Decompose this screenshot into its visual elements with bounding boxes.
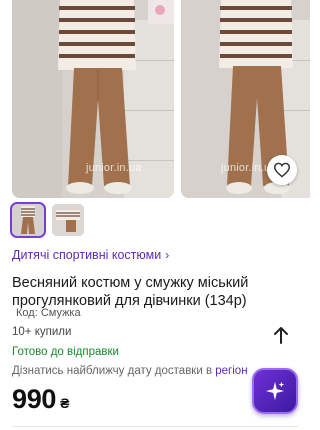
delivery-info: Дізнатись найближчу дату доставки в регі…: [12, 365, 248, 377]
thumbnail-strip: [10, 202, 84, 238]
delivery-text: Дізнатись найближчу дату доставки в: [12, 365, 216, 377]
region-link[interactable]: регіон: [215, 365, 247, 377]
sparkle-icon: [265, 381, 285, 401]
product-code: Код: Смужка: [16, 307, 81, 319]
arrow-up-icon: [274, 327, 288, 344]
category-label: Дитячі спортивні костюми: [12, 248, 162, 262]
thumbnail-1[interactable]: [10, 202, 46, 238]
product-photo-1[interactable]: junior.in.ua: [12, 0, 174, 198]
ai-assistant-button[interactable]: [252, 368, 298, 414]
heart-icon: [273, 162, 291, 178]
product-thumbnail-icon: [12, 204, 44, 236]
share-button[interactable]: [266, 320, 296, 350]
chevron-right-icon: ›: [165, 248, 170, 262]
product-thumbnail-icon: [52, 204, 84, 236]
ready-status: Готово до відправки: [12, 346, 119, 358]
divider: [12, 426, 298, 427]
category-link[interactable]: Дитячі спортивні костюми ›: [12, 248, 169, 262]
product-title: Весняний костюм у смужку міський прогуля…: [12, 275, 249, 309]
purchase-count: 10+ купили: [12, 326, 72, 338]
watermark: junior.in.ua: [86, 162, 142, 174]
price: 990 ₴: [12, 384, 70, 415]
product-gallery[interactable]: junior.in.ua junior.in.ua: [0, 0, 310, 200]
favorite-button[interactable]: [267, 155, 297, 185]
price-value: 990: [12, 384, 57, 414]
thumbnail-2[interactable]: [52, 204, 84, 236]
price-currency: ₴: [60, 395, 70, 411]
